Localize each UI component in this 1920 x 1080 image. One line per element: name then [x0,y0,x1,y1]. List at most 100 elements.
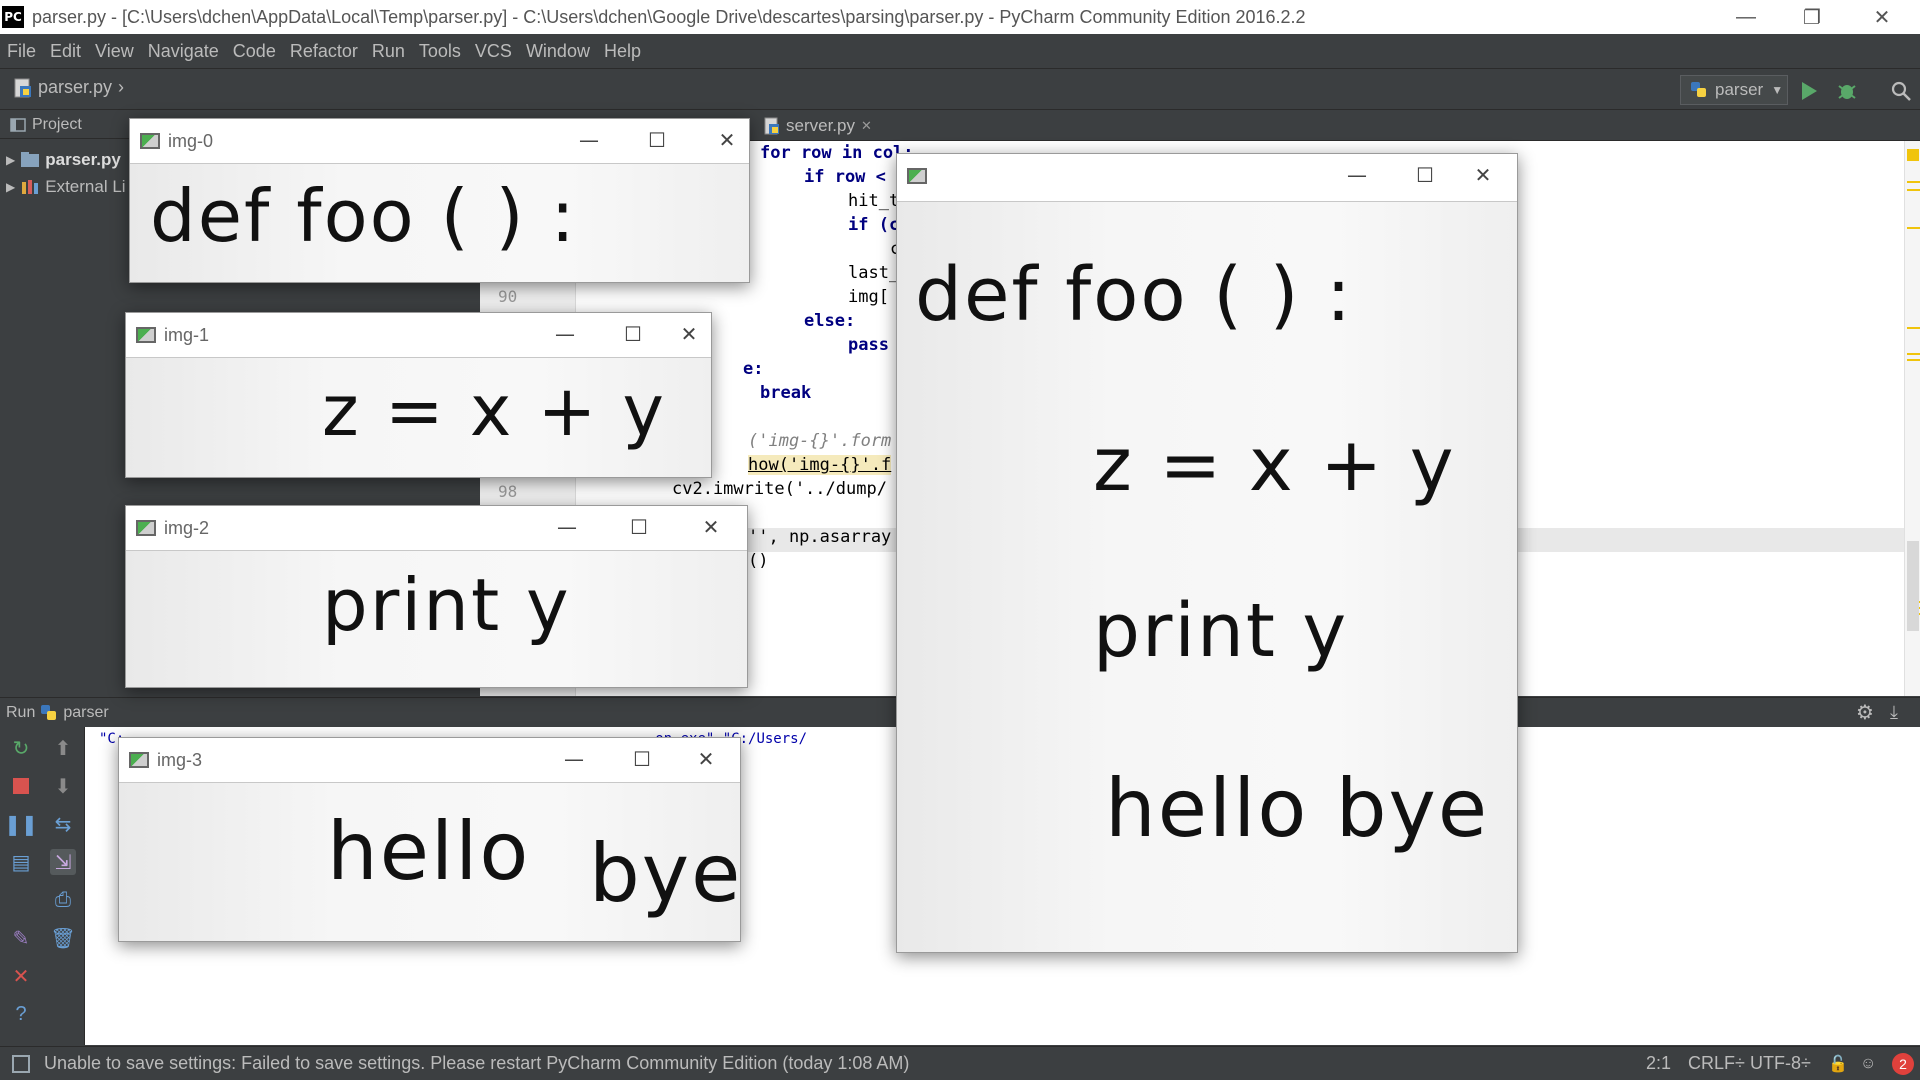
menu-run[interactable]: Run [365,41,412,62]
warning-indicator-icon[interactable] [1907,149,1919,161]
hide-panel-icon[interactable]: ⤓ [1890,702,1898,723]
warning-marker[interactable] [1907,189,1920,191]
warning-marker[interactable] [1907,359,1920,361]
search-icon[interactable] [1888,78,1914,104]
handwriting-text: hello [327,805,531,898]
caret-position[interactable]: 2:1 [1646,1053,1671,1074]
close-button[interactable]: ✕ [707,125,747,155]
status-message[interactable]: Unable to save settings: Failed to save … [44,1053,909,1074]
python-file-icon [764,117,779,135]
code-line: break [760,383,812,403]
breadcrumb-file: parser.py [38,77,113,97]
image-window-large[interactable]: — ☐ ✕ def foo ( ) : z = x + y print y he… [896,153,1518,953]
menu-vcs[interactable]: VCS [468,41,519,62]
trash-icon[interactable]: 🗑 [50,925,76,951]
minimize-button[interactable]: — [1337,160,1377,190]
rerun-icon[interactable]: ↻ [8,735,34,761]
up-arrow-icon[interactable]: ⬆ [50,735,76,761]
code-line: if row < [804,167,886,187]
run-icon[interactable] [1796,78,1822,104]
soft-wrap-icon[interactable]: ⇆ [50,811,76,837]
close-button[interactable]: ✕ [686,744,726,774]
scroll-to-end-icon[interactable]: ⇲ [50,849,76,875]
maximize-button[interactable]: ☐ [637,125,677,155]
debug-icon[interactable] [1834,78,1860,104]
image-window-1[interactable]: img-1 — ☐ ✕ z = x + y [125,312,712,478]
menu-view[interactable]: View [88,41,141,62]
tab-label: server.py [786,116,855,135]
warning-marker[interactable] [1907,181,1920,183]
pin-icon[interactable]: ✎ [8,925,34,951]
handwriting-text: print y [322,563,571,647]
image-window-2[interactable]: img-2 — ☐ ✕ print y [125,505,748,688]
code-line: e: [743,359,764,379]
menu-file[interactable]: File [0,41,43,62]
image-window-titlebar[interactable]: img-2 — ☐ ✕ [126,506,747,550]
inspector-icon[interactable]: ☺ [1860,1055,1876,1073]
settings-gear-icon[interactable]: ⚙ [1856,700,1874,725]
menu-help[interactable]: Help [597,41,648,62]
minimize-button[interactable]: — [569,125,609,155]
maximize-button[interactable]: ☐ [619,512,659,542]
menu-tools[interactable]: Tools [412,41,468,62]
image-window-titlebar[interactable]: — ☐ ✕ [897,154,1517,198]
library-icon [22,180,39,194]
close-run-icon[interactable]: ✕ [8,963,34,989]
notifications-badge[interactable]: 2 [1892,1053,1914,1075]
tree-item-label: External Li [45,177,126,196]
menu-navigate[interactable]: Navigate [141,41,226,62]
pycharm-logo-icon: PC [2,6,24,28]
menu-code[interactable]: Code [226,41,283,62]
image-window-titlebar[interactable]: img-1 — ☐ ✕ [126,313,711,357]
error-stripe[interactable] [1904,141,1920,696]
down-arrow-icon[interactable]: ⬇ [50,773,76,799]
minimize-button[interactable]: — [1716,0,1776,34]
tree-item-parser[interactable]: ▶ parser.py [6,150,121,170]
run-config-select[interactable]: parser ▼ [1680,75,1788,105]
scrollbar-thumb[interactable] [1907,541,1919,631]
help-icon[interactable]: ? [8,1001,34,1027]
file-encoding[interactable]: UTF-8÷ [1750,1053,1811,1074]
lock-icon[interactable]: 🔓 [1828,1054,1848,1074]
image-window-titlebar[interactable]: img-3 — ☐ ✕ [119,738,740,782]
image-window-titlebar[interactable]: img-0 — ☐ ✕ [130,119,749,163]
menu-window[interactable]: Window [519,41,597,62]
menu-refactor[interactable]: Refactor [283,41,365,62]
restore-button[interactable]: ❐ [1782,0,1842,34]
warning-marker[interactable] [1907,353,1920,355]
close-button[interactable]: ✕ [1852,0,1912,34]
maximize-button[interactable]: ☐ [1405,160,1445,190]
app-window-icon [140,133,160,149]
image-content: hello bye [119,782,740,941]
pause-icon[interactable]: ❚❚ [4,811,38,837]
minimize-button[interactable]: — [547,512,587,542]
handwriting-text: z = x + y [1093,422,1456,508]
dump-threads-icon[interactable]: ▤ [8,849,34,875]
close-button[interactable]: ✕ [1463,160,1503,190]
maximize-button[interactable]: ☐ [622,744,662,774]
minimize-button[interactable]: — [554,744,594,774]
tab-server-py[interactable]: server.py ✕ [756,111,880,141]
app-window-icon [136,327,156,343]
close-icon[interactable]: ✕ [861,118,872,134]
maximize-button[interactable]: ☐ [613,319,653,349]
tree-item-label: parser.py [45,150,121,169]
warning-marker[interactable] [1907,227,1920,229]
close-button[interactable]: ✕ [691,512,731,542]
run-panel-title: Run [6,703,36,721]
breadcrumb[interactable]: parser.py › [14,77,124,98]
handwriting-text: z = x + y [322,370,666,452]
minimize-button[interactable]: — [545,319,585,349]
code-line: () [748,551,769,571]
tool-windows-icon[interactable] [12,1054,30,1073]
run-config-name[interactable]: parser [63,704,108,722]
stop-icon[interactable] [8,773,34,799]
tree-item-external-libraries[interactable]: ▶ External Li [6,177,126,197]
print-icon[interactable]: ⎙ [50,887,76,913]
image-window-0[interactable]: img-0 — ☐ ✕ def foo ( ) : [129,118,750,283]
image-window-3[interactable]: img-3 — ☐ ✕ hello bye [118,737,741,942]
line-separator[interactable]: CRLF÷ [1688,1053,1745,1074]
menu-edit[interactable]: Edit [43,41,88,62]
warning-marker[interactable] [1907,327,1920,329]
close-button[interactable]: ✕ [669,319,709,349]
